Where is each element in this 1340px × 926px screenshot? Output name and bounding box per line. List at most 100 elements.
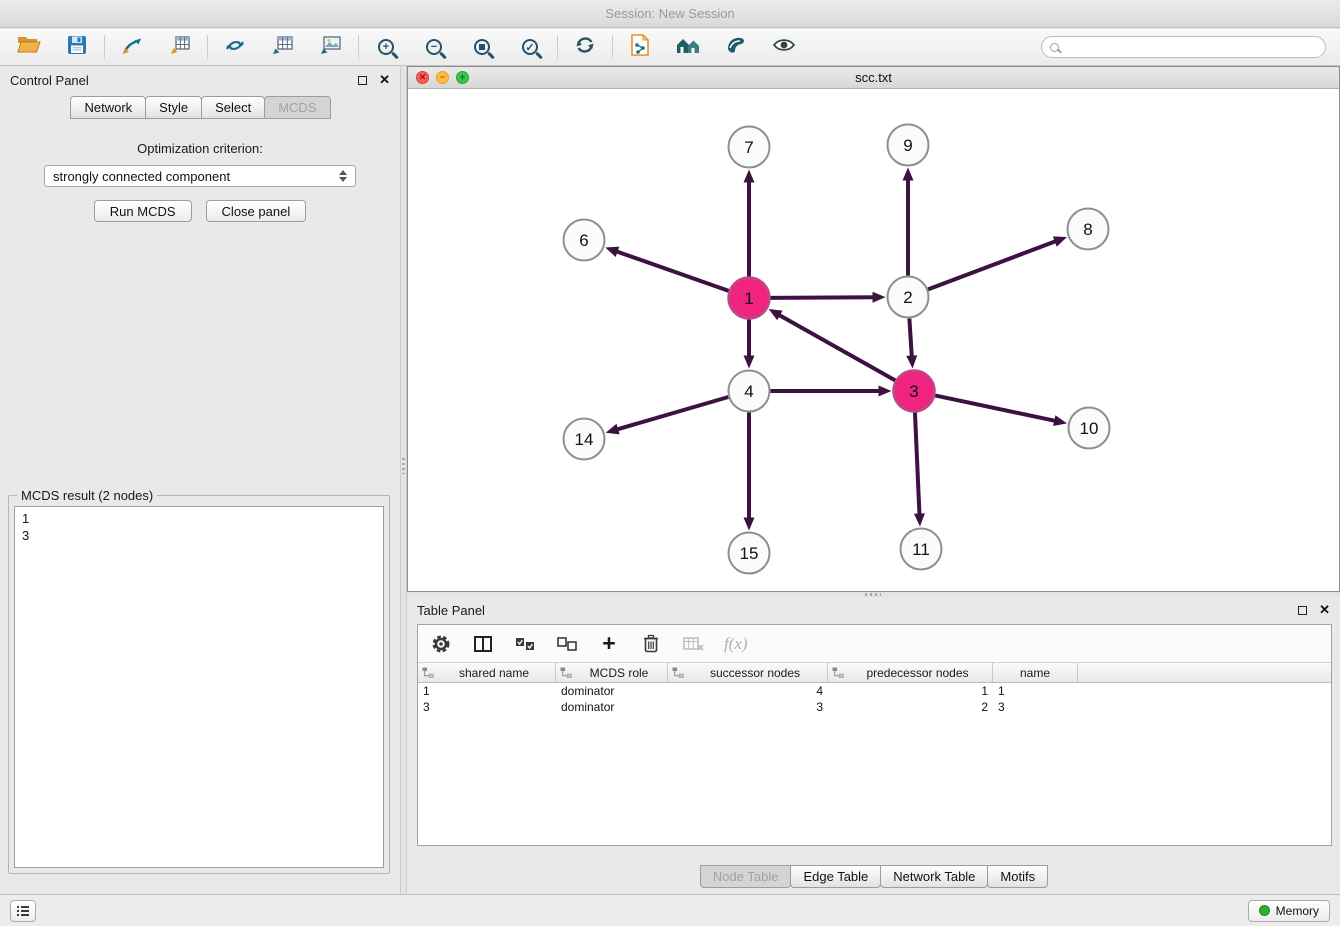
select-all-columns-button[interactable] [514, 637, 536, 651]
show-columns-button[interactable] [472, 636, 494, 652]
graph-node-1[interactable]: 1 [729, 278, 770, 319]
maximize-window-icon[interactable]: + [456, 71, 469, 84]
import-table-button[interactable] [165, 33, 195, 61]
graph-edge-2-3[interactable] [909, 318, 911, 357]
delete-column-button[interactable] [640, 634, 662, 653]
table-row[interactable]: 3 dominator 3 2 3 [418, 699, 1331, 715]
tab-style[interactable]: Style [145, 96, 202, 119]
tab-motifs[interactable]: Motifs [987, 865, 1048, 888]
network-from-file-button[interactable] [625, 33, 655, 61]
save-session-button[interactable] [62, 33, 92, 61]
graph-node-10[interactable]: 10 [1069, 408, 1110, 449]
graph-edge-3-10[interactable] [935, 395, 1056, 421]
optimization-criterion-label: Optimization criterion: [0, 141, 400, 156]
cell-successor-nodes[interactable]: 3 [668, 699, 828, 715]
table-settings-button[interactable] [430, 634, 452, 654]
graph-node-15[interactable]: 15 [729, 533, 770, 574]
network-view-window: ✕ − + scc.txt 7968124314101511 [407, 66, 1340, 592]
search-input[interactable] [1065, 40, 1317, 55]
graph-edge-2-8[interactable] [928, 241, 1057, 290]
memory-button[interactable]: Memory [1248, 900, 1330, 922]
column-header-successor-nodes[interactable]: successor nodes [668, 663, 828, 682]
svg-text:8: 8 [1083, 220, 1092, 239]
network-graph[interactable]: 7 9 6 8 1 2 4 3 14 10 15 11 [408, 89, 1339, 591]
cell-successor-nodes[interactable]: 4 [668, 683, 828, 699]
document-network-icon [630, 34, 650, 61]
graph-edge-1-2[interactable] [770, 297, 874, 298]
show-graphics-button[interactable] [769, 33, 799, 61]
graph-node-7[interactable]: 7 [729, 127, 770, 168]
close-panel-button[interactable]: Close panel [206, 200, 307, 222]
create-column-button[interactable]: + [598, 632, 620, 655]
graph-edge-1-6[interactable] [616, 251, 729, 291]
style-button[interactable] [721, 33, 751, 61]
run-mcds-button[interactable]: Run MCDS [94, 200, 192, 222]
tab-edge-table[interactable]: Edge Table [790, 865, 881, 888]
close-panel-icon[interactable]: ✕ [379, 72, 390, 88]
graph-edge-3-11[interactable] [915, 412, 920, 515]
apply-layout-button[interactable] [570, 33, 600, 61]
control-panel-title: Control Panel [10, 73, 89, 88]
cell-predecessor-nodes[interactable]: 1 [828, 683, 993, 699]
status-menu-button[interactable] [10, 900, 36, 922]
graph-node-14[interactable]: 14 [564, 419, 605, 460]
graph-arrowhead [605, 247, 619, 257]
tab-node-table[interactable]: Node Table [700, 865, 792, 888]
open-session-button[interactable] [14, 33, 44, 61]
column-header-mcds-role[interactable]: MCDS role [556, 663, 668, 682]
graph-node-3[interactable]: 3 [894, 371, 935, 412]
export-table-button[interactable] [268, 33, 298, 61]
cell-mcds-role[interactable]: dominator [556, 683, 668, 699]
graph-node-11[interactable]: 11 [901, 529, 942, 570]
graph-node-8[interactable]: 8 [1068, 209, 1109, 250]
mcds-result-box: MCDS result (2 nodes) 1 3 [8, 495, 390, 874]
cell-predecessor-nodes[interactable]: 2 [828, 699, 993, 715]
cell-shared-name[interactable]: 3 [418, 699, 556, 715]
svg-text:10: 10 [1080, 419, 1099, 438]
tab-mcds[interactable]: MCDS [264, 96, 330, 119]
column-header-predecessor-nodes[interactable]: predecessor nodes [828, 663, 993, 682]
criterion-dropdown[interactable]: strongly connected component [44, 165, 356, 187]
column-header-shared-name[interactable]: shared name [418, 663, 556, 682]
zoom-in-button[interactable]: + [371, 33, 401, 61]
vertical-splitter[interactable] [400, 66, 407, 894]
graph-edge-3-1[interactable] [778, 314, 895, 380]
import-network-button[interactable] [117, 33, 147, 61]
zoom-fit-icon [474, 39, 490, 55]
close-table-panel-icon[interactable]: ✕ [1319, 602, 1330, 618]
graph-node-2[interactable]: 2 [888, 277, 929, 318]
zoom-out-button[interactable]: − [419, 33, 449, 61]
table-export-icon [272, 35, 294, 60]
tab-select[interactable]: Select [201, 96, 265, 119]
graph-node-4[interactable]: 4 [729, 371, 770, 412]
control-panel: Control Panel ✕ Network Style Select MCD… [0, 66, 400, 894]
zoom-selected-button[interactable]: ✓ [515, 33, 545, 61]
tab-network-table[interactable]: Network Table [880, 865, 988, 888]
float-panel-icon[interactable] [358, 76, 367, 85]
graph-node-6[interactable]: 6 [564, 220, 605, 261]
cell-mcds-role[interactable]: dominator [556, 699, 668, 715]
unselect-all-columns-button[interactable] [556, 637, 578, 651]
home-databases-button[interactable] [673, 33, 703, 61]
table-panel: Table Panel ✕ + [407, 597, 1340, 894]
graph-node-9[interactable]: 9 [888, 125, 929, 166]
export-image-button[interactable] [316, 33, 346, 61]
minimize-window-icon[interactable]: − [436, 71, 449, 84]
graph-edge-4-14[interactable] [616, 397, 728, 430]
network-canvas[interactable]: 7 9 6 8 1 2 4 3 14 10 15 11 [408, 89, 1339, 591]
cell-shared-name[interactable]: 1 [418, 683, 556, 699]
toolbar-separator [557, 35, 558, 59]
tab-network[interactable]: Network [70, 96, 146, 119]
table-row[interactable]: 1 dominator 4 1 1 [418, 683, 1331, 699]
column-header-name[interactable]: name [993, 663, 1078, 682]
cell-name[interactable]: 1 [993, 683, 1078, 699]
cell-name[interactable]: 3 [993, 699, 1078, 715]
close-window-icon[interactable]: ✕ [416, 71, 429, 84]
mcds-result-list[interactable]: 1 3 [14, 506, 384, 868]
float-table-panel-icon[interactable] [1298, 606, 1307, 615]
new-network-button[interactable] [220, 33, 250, 61]
toolbar-search[interactable] [1041, 36, 1326, 58]
title-bar: Session: New Session [0, 0, 1340, 28]
status-bar: Memory [0, 894, 1340, 926]
zoom-fit-button[interactable] [467, 33, 497, 61]
